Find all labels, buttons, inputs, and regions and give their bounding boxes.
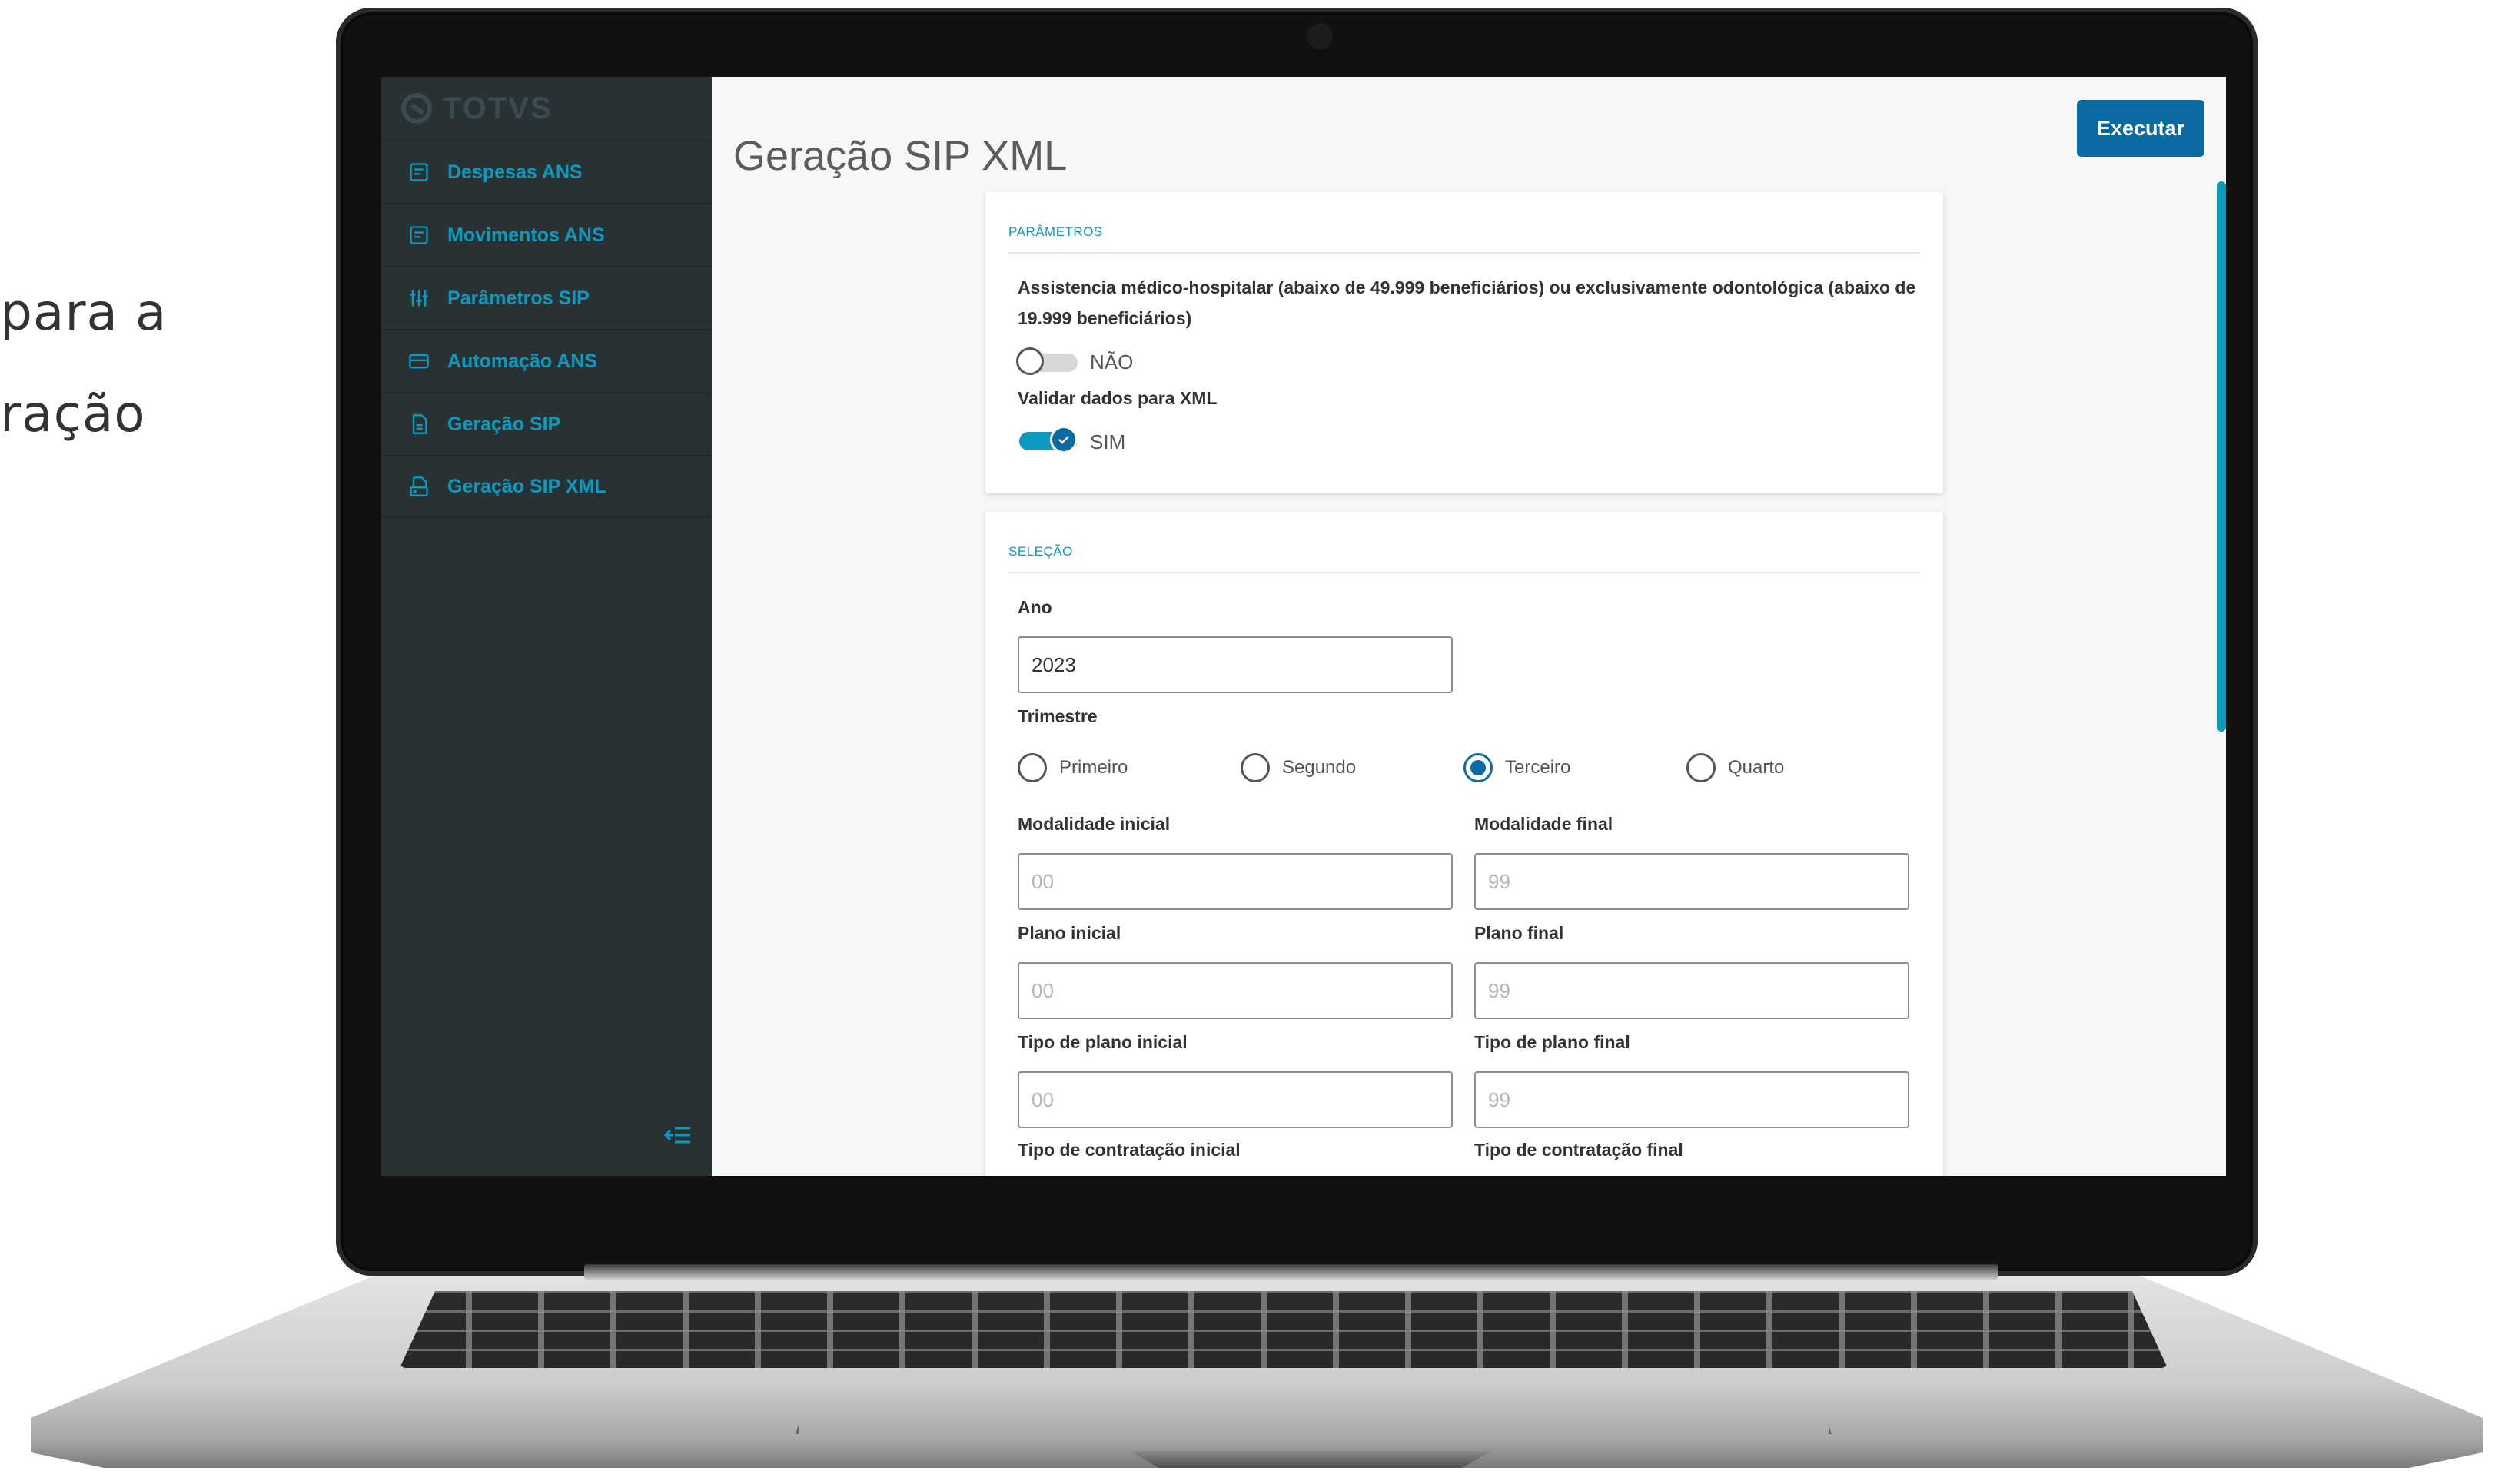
sidebar-item-label: Automação ANS: [447, 350, 597, 372]
tipo-contratacao-final-label: Tipo de contratação final: [1474, 1140, 1683, 1160]
section-title: SELEÇÃO: [1008, 544, 1073, 559]
plano-inicial-label: Plano inicial: [1018, 923, 1121, 943]
check-icon: [1058, 436, 1069, 444]
trimestre-label: Trimestre: [1018, 706, 1098, 726]
page-title: Geração SIP XML: [733, 133, 1068, 180]
tipo-plano-inicial-label: Tipo de plano inicial: [1018, 1032, 1188, 1052]
section-title: PARÂMETROS: [1008, 224, 1103, 239]
divider: [1008, 252, 1920, 254]
sidebar-item-label: Despesas ANS: [447, 161, 583, 183]
ano-input[interactable]: [1018, 636, 1453, 693]
tipo-plano-final-label: Tipo de plano final: [1474, 1032, 1630, 1052]
plano-final-input[interactable]: [1474, 962, 1909, 1019]
radio-label: Terceiro: [1505, 757, 1571, 778]
validar-toggle[interactable]: [1016, 426, 1081, 456]
main-content: Geração SIP XML Executar PARÂMETROS Assi…: [712, 77, 2226, 1176]
radio-quarto[interactable]: Quarto: [1686, 753, 1784, 782]
background-text-line-1: para a: [0, 283, 168, 342]
execute-button[interactable]: Executar: [2077, 100, 2204, 157]
sidebar-item-movimentos-ans[interactable]: Movimentos ANS: [381, 203, 712, 266]
tipo-plano-inicial-input[interactable]: [1018, 1071, 1453, 1128]
modalidade-inicial-input[interactable]: [1018, 853, 1453, 910]
sidebar-item-geracao-sip[interactable]: Geração SIP: [381, 392, 712, 455]
file-icon: [407, 413, 430, 436]
modalidade-inicial-label: Modalidade inicial: [1018, 814, 1171, 834]
document-list-icon: [407, 224, 430, 247]
xml-file-icon: [407, 475, 430, 498]
scrollbar[interactable]: [2217, 181, 2226, 732]
collapse-menu-icon[interactable]: [664, 1124, 692, 1147]
divider: [1008, 572, 1920, 573]
radio-label: Segundo: [1282, 757, 1357, 778]
radio-segundo[interactable]: Segundo: [1241, 753, 1356, 782]
assist-toggle[interactable]: [1016, 347, 1081, 378]
tipo-plano-final-input[interactable]: [1474, 1071, 1909, 1128]
assist-toggle-value: NÃO: [1090, 350, 1134, 373]
validar-label: Validar dados para XML: [1018, 388, 1218, 408]
brand-logo-text: TOTVS: [443, 91, 553, 125]
sidebar-item-label: Movimentos ANS: [447, 224, 605, 246]
sidebar-item-automacao-ans[interactable]: Automação ANS: [381, 329, 712, 392]
parametros-card: PARÂMETROS Assistencia médico-hospitalar…: [985, 192, 1943, 493]
sidebar-item-label: Geração SIP: [447, 413, 561, 435]
background-text-line-2: ração: [0, 384, 146, 443]
radio-primeiro[interactable]: Primeiro: [1018, 753, 1128, 782]
assist-label: Assistencia médico-hospitalar (abaixo de…: [1018, 277, 1916, 328]
sidebar: TOTVS Despesas ANS Movimentos ANS Parâme…: [381, 77, 712, 1176]
radio-circle: [1018, 753, 1047, 782]
laptop-hinge: [584, 1264, 1998, 1280]
radio-circle-selected: [1463, 753, 1493, 782]
selecao-card: SELEÇÃO Ano Trimestre Primeiro Segundo T…: [985, 512, 1943, 1176]
laptop-keyboard-rows: [400, 1291, 2168, 1368]
sidebar-item-parametros-sip[interactable]: Parâmetros SIP: [381, 266, 712, 329]
ano-label: Ano: [1018, 597, 1052, 617]
modalidade-final-input[interactable]: [1474, 853, 1909, 910]
brand-logo: TOTVS: [381, 77, 712, 140]
camera-icon: [1307, 23, 1333, 49]
validar-toggle-value: SIM: [1090, 430, 1126, 453]
plano-inicial-input[interactable]: [1018, 962, 1453, 1019]
sidebar-item-label: Parâmetros SIP: [447, 287, 590, 309]
radio-terceiro[interactable]: Terceiro: [1463, 753, 1570, 782]
sidebar-item-geracao-sip-xml[interactable]: Geração SIP XML: [381, 455, 712, 518]
app-screen: TOTVS Despesas ANS Movimentos ANS Parâme…: [381, 77, 2226, 1176]
plano-final-label: Plano final: [1474, 923, 1564, 943]
modalidade-final-label: Modalidade final: [1474, 814, 1613, 834]
sliders-icon: [407, 287, 430, 310]
laptop-notch: [1130, 1451, 1491, 1468]
totvs-logo-icon: [401, 93, 432, 124]
tipo-contratacao-inicial-label: Tipo de contratação inicial: [1018, 1140, 1241, 1160]
radio-label: Quarto: [1728, 757, 1785, 778]
sidebar-item-despesas-ans[interactable]: Despesas ANS: [381, 140, 712, 203]
radio-label: Primeiro: [1059, 757, 1128, 778]
sidebar-item-label: Geração SIP XML: [447, 475, 606, 497]
radio-circle: [1241, 753, 1270, 782]
document-list-icon: [407, 161, 430, 184]
radio-circle: [1686, 753, 1716, 782]
card-icon: [407, 350, 430, 373]
laptop-trackpad: [796, 1369, 1832, 1434]
